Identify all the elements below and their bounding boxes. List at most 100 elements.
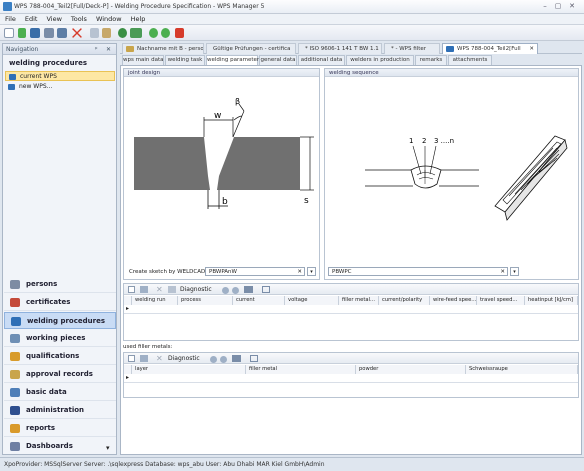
diagnostic-button[interactable]: Diagnostic bbox=[168, 353, 200, 364]
nav-welding-procedures[interactable]: welding procedures bbox=[4, 312, 116, 329]
doc-tab-current-wps[interactable]: WPS 788-004_Teil2[Full ✕ bbox=[442, 43, 538, 54]
col-schweissraupe[interactable]: Schweissraupe bbox=[466, 365, 578, 374]
nav-item-new-wps[interactable]: new WPS... bbox=[5, 82, 115, 92]
tab-remarks[interactable]: remarks bbox=[415, 55, 447, 65]
bead-label-1: 1 bbox=[409, 137, 413, 145]
tab-attachments[interactable]: attachments bbox=[448, 55, 492, 65]
delete-icon[interactable] bbox=[72, 28, 82, 38]
navigation-title: Navigation bbox=[6, 46, 39, 53]
stop-icon[interactable] bbox=[175, 28, 184, 38]
nav-certificates[interactable]: certificates bbox=[4, 294, 116, 311]
refresh-icon[interactable] bbox=[118, 28, 127, 38]
menu-edit[interactable]: Edit bbox=[25, 14, 38, 25]
add-row-icon[interactable] bbox=[140, 286, 148, 293]
tab-wps-main-data[interactable]: wps main data bbox=[122, 55, 164, 65]
print-icon[interactable] bbox=[44, 28, 54, 38]
report-icon[interactable] bbox=[130, 28, 142, 38]
nav-qualifications[interactable]: qualifications bbox=[4, 348, 116, 365]
nav-basic-data[interactable]: basic data bbox=[4, 384, 116, 401]
nav-administration[interactable]: administration bbox=[4, 402, 116, 419]
doc-tab-wps-filter[interactable]: * - WPS filter bbox=[384, 43, 440, 54]
diagnostic-button[interactable]: Diagnostic bbox=[180, 284, 212, 295]
col-current-polarity[interactable]: current/polarity bbox=[379, 296, 430, 305]
save-icon[interactable] bbox=[30, 28, 40, 38]
close-pane-icon[interactable]: ✕ bbox=[106, 44, 111, 55]
new-document-icon[interactable] bbox=[4, 28, 14, 38]
delete-row-icon[interactable]: ✕ bbox=[156, 353, 163, 364]
add-icon[interactable] bbox=[18, 28, 26, 38]
chevron-down-icon[interactable]: ▾ bbox=[510, 267, 519, 276]
move-down-icon[interactable] bbox=[232, 287, 239, 294]
new-row-icon[interactable] bbox=[128, 355, 135, 362]
col-wire-feed-speed[interactable]: wire-feed spee... bbox=[430, 296, 477, 305]
nav-label: working pieces bbox=[26, 334, 86, 342]
tab-welders-in-production[interactable]: welders in production bbox=[346, 55, 414, 65]
dimension-beta-label: β bbox=[235, 97, 240, 106]
welding-sequence-panel: welding sequence 1 2 3 ....n PBWPC ✕ ▾ bbox=[324, 68, 579, 280]
copy-row-icon[interactable] bbox=[168, 286, 176, 293]
menu-view[interactable]: View bbox=[46, 14, 61, 25]
col-voltage[interactable]: voltage bbox=[285, 296, 339, 305]
col-powder[interactable]: powder bbox=[356, 365, 466, 374]
maximize-button[interactable]: ▢ bbox=[553, 2, 563, 11]
move-down-icon[interactable] bbox=[220, 356, 227, 363]
col-welding-run[interactable]: welding run bbox=[132, 296, 178, 305]
add-row-icon[interactable] bbox=[140, 355, 148, 362]
col-heatinput[interactable]: heatinput [kJ/cm] bbox=[525, 296, 578, 305]
paste-icon[interactable] bbox=[102, 28, 111, 38]
filler-toolbar: ✕ Diagnostic bbox=[124, 353, 578, 364]
export-icon[interactable] bbox=[57, 28, 67, 38]
nav-working-pieces[interactable]: working pieces bbox=[4, 330, 116, 347]
nav-dashboards[interactable]: Dashboards bbox=[4, 438, 116, 455]
minimize-button[interactable]: – bbox=[540, 2, 550, 11]
move-up-icon[interactable] bbox=[222, 287, 229, 294]
doc-tab-iso[interactable]: * ISO 9606-1 141 T BW 1.1 bbox=[298, 43, 382, 54]
nav-reports[interactable]: reports bbox=[4, 420, 116, 437]
back-icon[interactable] bbox=[149, 28, 158, 38]
clear-icon[interactable]: ✕ bbox=[500, 268, 505, 276]
tab-general-data[interactable]: general data bbox=[259, 55, 297, 65]
close-tab-icon[interactable]: ✕ bbox=[529, 44, 534, 54]
table-row[interactable]: ▸ bbox=[124, 374, 578, 383]
delete-row-icon[interactable]: ✕ bbox=[156, 284, 163, 295]
filter-icon[interactable] bbox=[262, 286, 270, 293]
welding-sequence-title: welding sequence bbox=[325, 69, 578, 77]
nav-approval-records[interactable]: approval records bbox=[4, 366, 116, 383]
layout-icon[interactable] bbox=[232, 355, 241, 362]
navigation-pane: Navigation ᵖ ✕ welding procedures curren… bbox=[2, 43, 117, 455]
welding-sequence-combo[interactable]: PBWPC ✕ bbox=[328, 267, 508, 276]
chevron-down-icon[interactable]: ▾ bbox=[307, 267, 316, 276]
tab-additional-data[interactable]: additional data bbox=[298, 55, 345, 65]
col-process[interactable]: process bbox=[178, 296, 233, 305]
table-row[interactable]: ▸ bbox=[124, 305, 578, 314]
col-current[interactable]: current bbox=[233, 296, 285, 305]
joint-design-panel: joint design w β b s Create sketch by WE… bbox=[123, 68, 320, 280]
menu-tools[interactable]: Tools bbox=[71, 14, 87, 25]
copy-icon[interactable] bbox=[90, 28, 99, 38]
close-window-button[interactable]: ✕ bbox=[567, 2, 577, 11]
clear-icon[interactable]: ✕ bbox=[297, 268, 302, 276]
move-up-icon[interactable] bbox=[210, 356, 217, 363]
col-filler-metal[interactable]: filler metal bbox=[246, 365, 356, 374]
nav-label: approval records bbox=[26, 370, 93, 378]
tab-welding-task[interactable]: welding task bbox=[165, 55, 205, 65]
doc-tab-persons[interactable]: Nachname mit B - perso bbox=[122, 43, 204, 54]
col-filler-metal[interactable]: filler metal... bbox=[339, 296, 379, 305]
filter-icon[interactable] bbox=[250, 355, 258, 362]
menu-window[interactable]: Window bbox=[96, 14, 122, 25]
nav-label: welding procedures bbox=[27, 317, 105, 325]
doc-tab-certificates[interactable]: Gültige Prüfungen - certifica bbox=[206, 43, 296, 54]
menu-file[interactable]: File bbox=[5, 14, 16, 25]
more-chevron-icon[interactable]: ▾ bbox=[106, 444, 110, 452]
nav-persons[interactable]: persons bbox=[4, 276, 116, 293]
combo-value: PBWPAnW bbox=[209, 269, 237, 275]
nav-item-current-wps[interactable]: current WPS bbox=[5, 71, 115, 81]
layout-icon[interactable] bbox=[244, 286, 253, 293]
col-layer[interactable]: layer bbox=[132, 365, 246, 374]
pin-icon[interactable]: ᵖ bbox=[95, 44, 98, 55]
col-travel-speed[interactable]: travel speed... bbox=[477, 296, 525, 305]
forward-icon[interactable] bbox=[161, 28, 170, 38]
new-row-icon[interactable] bbox=[128, 286, 135, 293]
joint-design-combo[interactable]: PBWPAnW ✕ bbox=[205, 267, 305, 276]
menu-help[interactable]: Help bbox=[131, 14, 146, 25]
